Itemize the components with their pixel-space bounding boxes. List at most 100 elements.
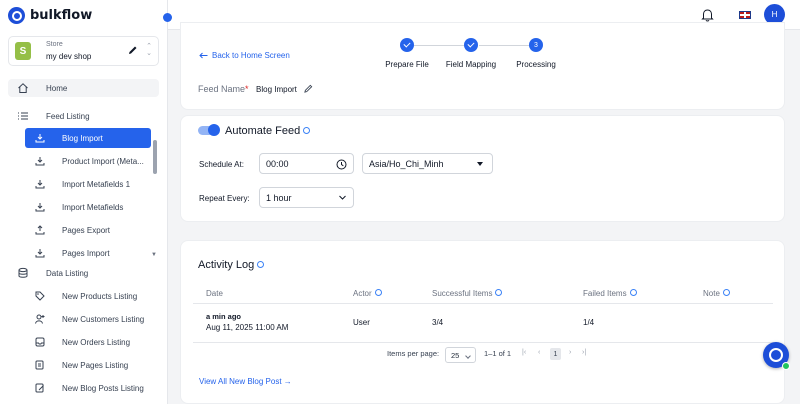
- step-connector: [479, 45, 529, 46]
- inbox-icon: [35, 337, 45, 349]
- sidebar-item-product-import[interactable]: Product Import (Meta...: [25, 151, 151, 171]
- info-icon[interactable]: [257, 260, 265, 268]
- sidebar-section-label: Feed Listing: [46, 111, 90, 121]
- sidebar-section-data-listing[interactable]: Data Listing: [8, 264, 159, 282]
- first-page-icon[interactable]: |‹: [522, 349, 526, 356]
- back-to-home-link[interactable]: Back to Home Screen: [199, 51, 290, 60]
- view-all-blog-posts-link[interactable]: View All New Blog Post →: [199, 377, 292, 386]
- feed-header-card: Back to Home Screen 3 Prepare File Field…: [180, 22, 785, 110]
- sidebar-item-blog-import[interactable]: Blog Import: [25, 128, 151, 148]
- app-name: bulkflow: [30, 8, 93, 23]
- uk-flag-icon[interactable]: [739, 11, 751, 19]
- info-icon[interactable]: [303, 126, 311, 134]
- sidebar-item-label: Home: [46, 83, 68, 93]
- list-icon: [17, 110, 29, 124]
- sidebar-item-new-blog-posts-listing[interactable]: New Blog Posts Listing: [25, 378, 151, 398]
- sidebar-item-new-pages-listing[interactable]: New Pages Listing: [25, 355, 151, 375]
- column-header-date: Date: [206, 289, 223, 298]
- download-icon: [35, 248, 45, 260]
- table-header-divider: [193, 303, 773, 304]
- sidebar-item-home[interactable]: Home: [8, 79, 159, 97]
- items-per-page-select[interactable]: 25: [445, 347, 476, 363]
- scroll-down-icon[interactable]: ▼: [151, 252, 157, 258]
- step-label: Processing: [516, 60, 556, 69]
- schedule-time-input[interactable]: 00:00: [259, 153, 354, 174]
- feed-name-label: Feed Name*: [198, 84, 249, 94]
- sidebar-item-label: Pages Export: [62, 225, 111, 235]
- last-page-icon[interactable]: ›|: [582, 349, 586, 356]
- automate-feed-card: Automate Feed Schedule At: 00:00 Asia/Ho…: [180, 115, 785, 222]
- step-3-indicator: 3: [529, 38, 543, 52]
- sidebar-scrollbar[interactable]: [153, 140, 157, 174]
- sidebar-item-label: New Blog Posts Listing: [62, 383, 144, 393]
- sidebar-section-label: Data Listing: [46, 268, 89, 278]
- download-icon: [35, 133, 45, 145]
- store-selector[interactable]: S Store my dev shop ⌃ ⌄: [8, 36, 159, 66]
- app-logo[interactable]: bulkflow: [8, 7, 92, 24]
- sidebar-item-pages-import[interactable]: Pages Import: [25, 243, 151, 263]
- repeat-every-select[interactable]: 1 hour: [259, 187, 354, 208]
- sidebar-item-import-metafields-1[interactable]: Import Metafields 1: [25, 174, 151, 194]
- sidebar-item-label: Blog Import: [62, 133, 103, 143]
- activity-log-title-text: Activity Log: [198, 259, 255, 271]
- sidebar-collapse-toggle[interactable]: [163, 13, 172, 22]
- next-page-icon[interactable]: ›: [569, 349, 571, 356]
- info-icon[interactable]: [722, 289, 730, 297]
- timezone-select[interactable]: Asia/Ho_Chi_Minh: [362, 153, 493, 174]
- pencil-icon[interactable]: [128, 45, 138, 57]
- home-icon: [17, 82, 29, 96]
- arrow-right-icon: →: [283, 377, 292, 386]
- repeat-every-label: Repeat Every:: [199, 194, 250, 203]
- step-label: Prepare File: [385, 60, 429, 69]
- sidebar: bulkflow S Store my dev shop ⌃ ⌄ Home Fee…: [0, 0, 168, 404]
- row-successful: 3/4: [432, 318, 444, 327]
- pages-icon: [35, 360, 45, 372]
- items-per-page-label: Items per page:: [387, 349, 440, 358]
- upload-icon: [35, 225, 45, 237]
- prev-page-icon[interactable]: ‹: [538, 349, 540, 356]
- sidebar-item-new-products-listing[interactable]: New Products Listing: [25, 286, 151, 306]
- automate-feed-title-text: Automate Feed: [225, 125, 301, 137]
- shopify-icon: S: [15, 42, 31, 60]
- step-2-check-icon: [464, 38, 478, 52]
- column-header-actor: Actor: [353, 289, 382, 298]
- automate-feed-toggle[interactable]: [198, 124, 220, 136]
- sidebar-section-feed-listing[interactable]: Feed Listing: [8, 107, 159, 125]
- sidebar-item-pages-export[interactable]: Pages Export: [25, 220, 151, 240]
- activity-log-card: Activity Log Date Actor Successful Items…: [180, 240, 785, 404]
- table-bottom-divider: [193, 342, 773, 343]
- sidebar-item-new-customers-listing[interactable]: New Customers Listing: [25, 309, 151, 329]
- sidebar-item-label: New Pages Listing: [62, 360, 129, 370]
- feed-name-label-text: Feed Name: [198, 84, 246, 94]
- column-header-text: Actor: [353, 289, 372, 298]
- info-icon[interactable]: [374, 289, 382, 297]
- sidebar-item-label: Product Import (Meta...: [62, 156, 144, 166]
- user-plus-icon: [35, 314, 45, 326]
- current-page-button[interactable]: 1: [550, 348, 561, 360]
- required-marker: *: [245, 84, 249, 94]
- row-date: Aug 11, 2025 11:00 AM: [206, 323, 289, 332]
- info-icon[interactable]: [629, 289, 637, 297]
- row-failed: 1/4: [583, 318, 595, 327]
- chevron-updown-icon[interactable]: ⌃ ⌄: [146, 43, 152, 57]
- download-icon: [35, 156, 45, 168]
- arrow-left-icon: [199, 52, 208, 59]
- store-label: Store: [46, 41, 63, 48]
- sidebar-item-import-metafields[interactable]: Import Metafields: [25, 197, 151, 217]
- sidebar-item-new-orders-listing[interactable]: New Orders Listing: [25, 332, 151, 352]
- automate-feed-title: Automate Feed: [225, 125, 311, 137]
- feed-name-value: Blog Import: [256, 85, 297, 94]
- edit-feed-name-icon[interactable]: [304, 84, 313, 95]
- timezone-value: Asia/Ho_Chi_Minh: [369, 158, 444, 169]
- column-header-text: Successful Items: [432, 289, 493, 298]
- sidebar-item-label: New Customers Listing: [62, 314, 145, 324]
- bulkflow-logo-icon: [8, 7, 25, 24]
- info-icon[interactable]: [495, 289, 503, 297]
- download-icon: [35, 179, 45, 191]
- clock-icon[interactable]: [336, 159, 347, 172]
- column-header-failed: Failed Items: [583, 289, 637, 298]
- blog-edit-icon: [35, 383, 45, 395]
- chevron-down-icon: [338, 193, 347, 204]
- progress-stepper: 3 Prepare File Field Mapping Processing: [385, 38, 599, 78]
- sidebar-item-label: Import Metafields: [62, 202, 124, 212]
